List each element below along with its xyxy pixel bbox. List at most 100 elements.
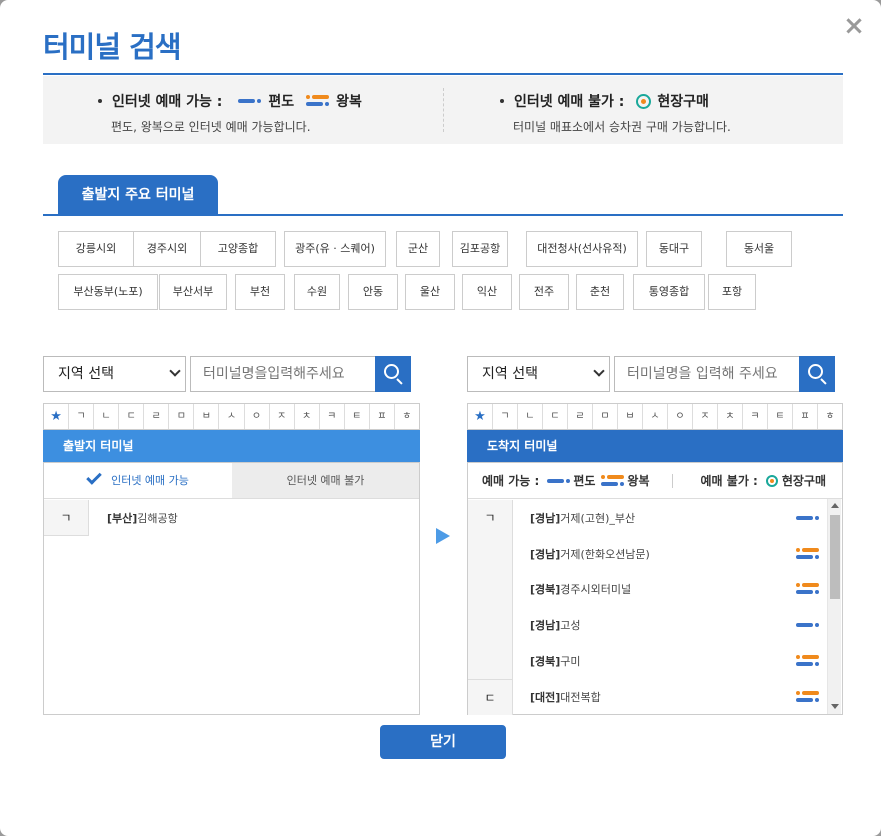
terminal-chip[interactable]: 대전청사(선사유적) — [526, 231, 638, 267]
search-icon — [808, 364, 823, 379]
consonant-tab[interactable]: ㅈ — [270, 404, 295, 429]
departure-initial-label: ㄱ — [44, 500, 89, 536]
consonant-tab[interactable]: ㄱ — [493, 404, 518, 429]
terminal-chip[interactable]: 군산 — [396, 231, 440, 267]
arrival-terminal-item[interactable]: [경남]고성 — [530, 617, 581, 633]
info-unavailable-label: 인터넷 예매 불가 : — [514, 94, 625, 110]
departure-terminal-item[interactable]: [부산]김해공항 — [107, 510, 178, 526]
terminal-region: [경남] — [530, 512, 561, 525]
arrival-initial-label: ㄱ — [468, 500, 513, 679]
terminal-chip[interactable]: 고양종합 — [200, 231, 276, 267]
title-divider — [43, 73, 843, 75]
legend-unavailable-label: 예매 불가 : — [700, 474, 758, 488]
info-available: 인터넷 예매 가능 : 편도 왕복 편도, 왕복으로 인터넷 예매 가능합니다. — [43, 76, 443, 144]
consonant-tab[interactable]: ㅁ — [593, 404, 618, 429]
arrival-terminal-item[interactable]: [대전]대전복합 — [530, 689, 601, 705]
consonant-tab[interactable]: ㄴ — [94, 404, 120, 429]
terminal-name: 구미 — [560, 654, 581, 668]
departure-search-button[interactable] — [375, 356, 411, 392]
consonant-tab[interactable]: ㅂ — [618, 404, 643, 429]
consonant-tab[interactable]: ㅌ — [345, 404, 370, 429]
arrival-search-input[interactable] — [614, 356, 800, 392]
arrival-terminal-item[interactable]: [경북]구미 — [530, 653, 581, 669]
consonant-tab[interactable]: ㄹ — [568, 404, 593, 429]
consonant-tab[interactable]: ㅁ — [169, 404, 195, 429]
departure-region-select[interactable]: 지역 선택 — [43, 356, 186, 392]
terminal-chip[interactable]: 동서울 — [726, 231, 792, 267]
subtab-internet-available[interactable]: 인터넷 예매 가능 — [44, 463, 232, 499]
consonant-tab[interactable]: ㅍ — [370, 404, 395, 429]
terminal-chip[interactable]: 익산 — [462, 274, 512, 310]
oneway-icon — [796, 621, 820, 629]
info-unavailable-head: 인터넷 예매 불가 : 현장구매 — [500, 91, 709, 111]
arrival-list-scrollbar[interactable] — [827, 499, 841, 714]
consonant-tab[interactable]: ㅍ — [793, 404, 818, 429]
departure-consonant-filter: ★ ㄱㄴㄷㄹㅁㅂㅅㅇㅈㅊㅋㅌㅍㅎ — [43, 403, 420, 430]
terminal-chip[interactable]: 전주 — [519, 274, 569, 310]
consonant-tab[interactable]: ㅎ — [395, 404, 419, 429]
chevron-down-icon — [169, 365, 181, 377]
close-button[interactable]: 닫기 — [380, 725, 506, 759]
oneway-icon — [796, 514, 820, 522]
terminal-chip[interactable]: 김포공항 — [452, 231, 508, 267]
oneway-icon — [547, 477, 571, 485]
consonant-tab[interactable]: ㄱ — [69, 404, 95, 429]
arrival-terminal-item[interactable]: [경남]거제(한화오션남문) — [530, 546, 650, 562]
consonant-tab[interactable]: ㄴ — [518, 404, 543, 429]
close-icon[interactable]: × — [842, 12, 866, 40]
terminal-chip[interactable]: 울산 — [405, 274, 455, 310]
roundtrip-icon — [796, 582, 820, 596]
terminal-chip[interactable]: 동대구 — [646, 231, 702, 267]
consonant-tab[interactable]: ㅌ — [768, 404, 793, 429]
consonant-tab[interactable]: ㅇ — [245, 404, 270, 429]
consonant-tab[interactable]: ㅋ — [743, 404, 768, 429]
consonant-tab[interactable]: ㅅ — [643, 404, 668, 429]
consonant-tab[interactable]: ㅈ — [693, 404, 718, 429]
terminal-chip[interactable]: 수원 — [294, 274, 340, 310]
terminal-chip[interactable]: 통영종합 — [633, 274, 705, 310]
terminal-chip[interactable]: 춘천 — [576, 274, 624, 310]
subtab-internet-unavailable[interactable]: 인터넷 예매 불가 — [232, 463, 419, 499]
subtab-unavailable-label: 인터넷 예매 불가 — [286, 474, 365, 487]
consonant-favorite[interactable]: ★ — [44, 404, 70, 429]
legend-available-label: 예매 가능 : — [482, 474, 540, 488]
consonant-tab[interactable]: ㄷ — [119, 404, 145, 429]
oneway-icon — [238, 97, 262, 105]
terminal-chip[interactable]: 부산서부 — [159, 274, 227, 310]
consonant-tab[interactable]: ㅎ — [818, 404, 842, 429]
terminal-chip[interactable]: 포항 — [708, 274, 756, 310]
consonant-tab[interactable]: ㅅ — [219, 404, 245, 429]
terminal-name: 고성 — [560, 619, 581, 633]
terminal-chip[interactable]: 부산동부(노포) — [58, 274, 158, 310]
consonant-tab[interactable]: ㅂ — [194, 404, 220, 429]
consonant-tab[interactable]: ㅊ — [718, 404, 743, 429]
arrival-terminal-item[interactable]: [경남]거제(고현)_부산 — [530, 510, 635, 526]
arrival-region-select[interactable]: 지역 선택 — [467, 356, 610, 392]
tab-departure-major[interactable]: 출발지 주요 터미널 — [58, 175, 218, 215]
consonant-tab[interactable]: ㅇ — [668, 404, 693, 429]
legend-divider — [671, 473, 673, 488]
scroll-up-icon[interactable] — [831, 503, 839, 508]
consonant-tab[interactable]: ㅊ — [295, 404, 320, 429]
terminal-chip[interactable]: 안동 — [348, 274, 398, 310]
tab-divider — [43, 214, 843, 216]
terminal-chip[interactable]: 광주(유 · 스퀘어) — [284, 231, 386, 267]
arrival-search-button[interactable] — [799, 356, 835, 392]
departure-search-input[interactable] — [190, 356, 376, 392]
scroll-thumb[interactable] — [830, 515, 840, 599]
info-available-head: 인터넷 예매 가능 : 편도 왕복 — [98, 91, 362, 111]
consonant-tab[interactable]: ㅋ — [320, 404, 345, 429]
consonant-tab[interactable]: ㄷ — [543, 404, 568, 429]
roundtrip-icon — [796, 690, 820, 704]
consonant-favorite[interactable]: ★ — [468, 404, 493, 429]
info-available-label: 인터넷 예매 가능 : — [112, 94, 223, 110]
consonant-tab[interactable]: ㄹ — [144, 404, 170, 429]
terminal-chip[interactable]: 경주시외 — [133, 231, 201, 267]
roundtrip-icon — [796, 654, 820, 668]
arrival-terminal-item[interactable]: [경북]경주시외터미널 — [530, 581, 631, 597]
terminal-chip[interactable]: 강릉시외 — [58, 231, 134, 267]
scroll-down-icon[interactable] — [831, 704, 839, 709]
terminal-chip[interactable]: 부천 — [235, 274, 285, 310]
terminal-region: [경북] — [530, 654, 561, 668]
terminal-region: [부산] — [107, 512, 138, 525]
